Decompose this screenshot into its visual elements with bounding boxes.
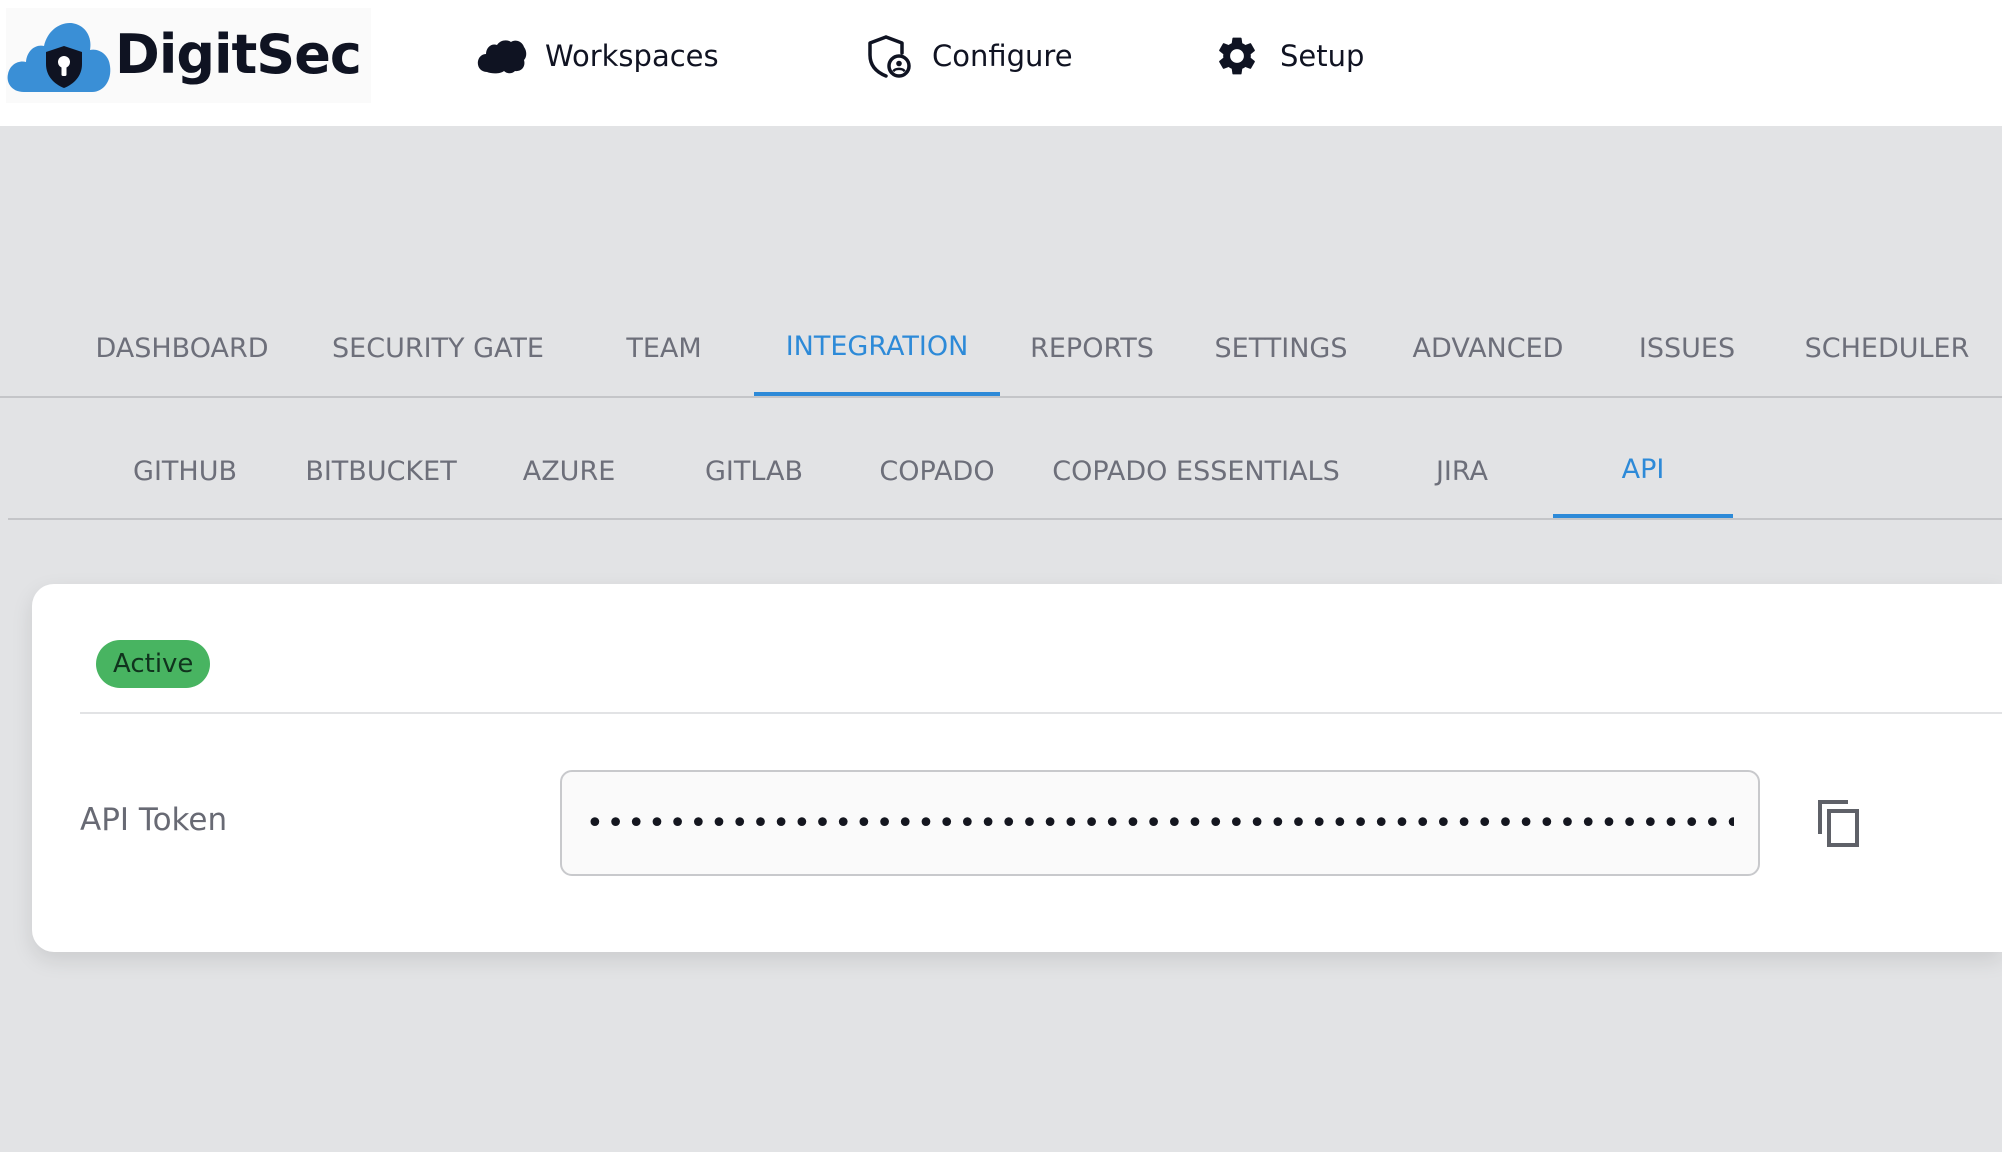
api-token-label: API Token xyxy=(80,802,228,838)
nav-configure[interactable]: Configure xyxy=(864,28,1073,84)
salesforce-cloud-icon xyxy=(477,31,527,81)
subtab-copado[interactable]: COPADO xyxy=(862,424,1012,518)
card-divider xyxy=(80,712,2002,714)
shield-user-icon xyxy=(864,31,914,81)
api-token-field[interactable] xyxy=(560,770,1760,876)
nav-setup[interactable]: Setup xyxy=(1212,28,1364,84)
subtab-api[interactable]: API xyxy=(1553,424,1733,518)
cloud-lock-icon xyxy=(7,22,111,93)
gear-icon xyxy=(1212,31,1262,81)
subtab-github[interactable]: GITHUB xyxy=(112,424,258,518)
nav-workspaces-label: Workspaces xyxy=(545,39,719,73)
tab-team[interactable]: TEAM xyxy=(600,300,728,396)
subtab-azure[interactable]: AZURE xyxy=(508,424,630,518)
subtab-bitbucket[interactable]: BITBUCKET xyxy=(290,424,472,518)
primary-tabs: DASHBOARD SECURITY GATE TEAM INTEGRATION… xyxy=(0,300,2002,398)
tab-dashboard[interactable]: DASHBOARD xyxy=(84,300,280,396)
tab-settings[interactable]: SETTINGS xyxy=(1204,300,1358,396)
api-token-card: Active API Token xyxy=(32,584,2002,952)
tab-integration[interactable]: INTEGRATION xyxy=(754,300,1000,396)
subtab-jira[interactable]: JIRA xyxy=(1408,424,1516,518)
top-header: DigitSec Workspaces Configure Setup xyxy=(0,0,2002,126)
tab-scheduler[interactable]: SCHEDULER xyxy=(1796,300,1978,396)
status-badge: Active xyxy=(96,640,211,688)
logo-wordmark: DigitSec xyxy=(115,23,362,86)
tab-reports[interactable]: REPORTS xyxy=(1016,300,1168,396)
integration-subtabs: GITHUB BITBUCKET AZURE GITLAB COPADO COP… xyxy=(8,424,2002,520)
nav-workspaces[interactable]: Workspaces xyxy=(477,28,719,84)
subtab-gitlab[interactable]: GITLAB xyxy=(688,424,820,518)
copy-token-button[interactable] xyxy=(1806,790,1872,856)
tab-issues[interactable]: ISSUES xyxy=(1626,300,1748,396)
tab-security-gate[interactable]: SECURITY GATE xyxy=(316,300,560,396)
copy-icon xyxy=(1818,800,1859,847)
nav-configure-label: Configure xyxy=(932,39,1073,73)
tab-advanced[interactable]: ADVANCED xyxy=(1398,300,1578,396)
subtab-copado-essentials[interactable]: COPADO ESSENTIALS xyxy=(1042,424,1350,518)
digitsec-logo[interactable]: DigitSec xyxy=(6,8,371,103)
nav-setup-label: Setup xyxy=(1280,39,1365,73)
